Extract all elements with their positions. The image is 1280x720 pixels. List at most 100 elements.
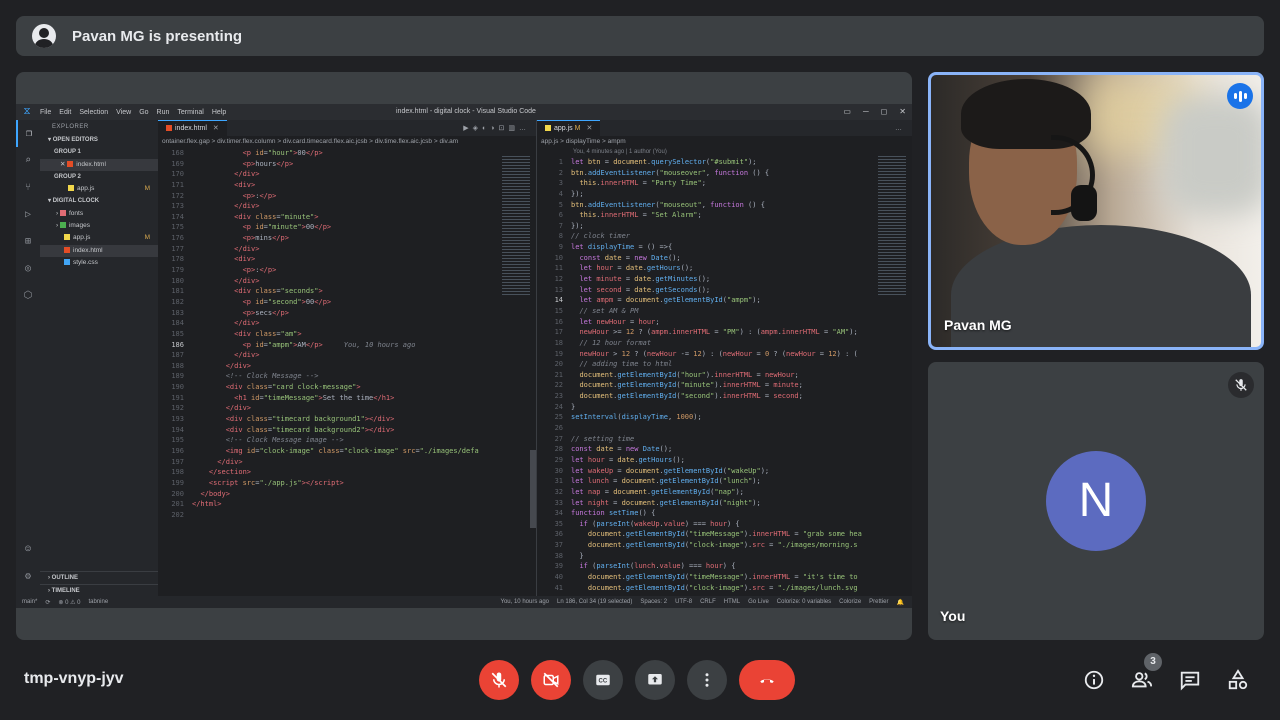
minimize-icon: ─	[862, 107, 869, 116]
open-editor-app-js: app.js M	[40, 183, 158, 195]
self-video-tile[interactable]: N You	[928, 362, 1264, 640]
open-editors-section: ▾ OPEN EDITORS	[48, 137, 98, 143]
meeting-details-button[interactable]	[1080, 666, 1108, 694]
end-call-icon	[760, 679, 774, 683]
outline-section: › OUTLINE	[40, 571, 158, 583]
minimap-right	[878, 156, 906, 296]
remote-icon: ◎	[24, 263, 32, 274]
editor-actions-right-icon: …	[895, 124, 906, 132]
present-button[interactable]	[635, 660, 675, 700]
vscode-titlebar: ⧖ File Edit Selection View Go Run Termin…	[16, 104, 912, 120]
group1-label: GROUP 1	[54, 149, 81, 156]
more-vert-icon	[705, 673, 709, 687]
code-js: 1 let btn = document.querySelector("#subm…	[554, 158, 862, 592]
menu-selection: Selection	[79, 108, 109, 116]
status-blame: You, 10 hours ago	[500, 598, 550, 605]
chat-button[interactable]	[1176, 666, 1204, 694]
menu-go: Go	[139, 108, 149, 116]
mic-off-icon	[1228, 372, 1254, 398]
vscode-statusbar: main* ⟳ ⊗ 0 ⚠ 0 tabnine You, 10 hours ag…	[16, 596, 912, 608]
code-html: 168 <p id="hour">00</p> 169 <p>hours</p>…	[171, 149, 479, 519]
screen-share-tile[interactable]: ⧖ File Edit Selection View Go Run Termin…	[16, 72, 912, 640]
timeline-section: › TIMELINE	[40, 583, 158, 596]
activities-icon	[1228, 669, 1248, 690]
mic-toggle-button[interactable]	[479, 660, 519, 700]
status-tabnine: tabnine	[88, 599, 109, 605]
presenting-text: Pavan MG is presenting	[72, 27, 243, 45]
explorer-icon: ❐	[16, 120, 40, 147]
presenter-avatar	[32, 24, 56, 48]
editor-tabbar-right: app.js M ✕ …	[537, 120, 912, 136]
present-screen-icon	[648, 674, 662, 685]
docker-icon: ⬡	[23, 290, 33, 301]
status-golive: Go Live	[748, 598, 769, 605]
file-app-js: app.js M	[40, 232, 158, 244]
chat-icon	[1180, 671, 1200, 691]
participant-count-badge: 3	[1144, 653, 1162, 671]
folder-fonts: › fonts	[56, 209, 84, 217]
status-encoding: UTF-8	[675, 598, 693, 605]
group2-label: GROUP 2	[54, 173, 81, 180]
breadcrumb-left: ontainer.flex.gap > div.timer.flex.colum…	[162, 138, 459, 145]
menu-help: Help	[211, 108, 227, 116]
account-icon: ☺	[24, 544, 32, 555]
editor-app-js: app.js M ✕ … app.js > displayTime > ampm …	[536, 120, 912, 596]
status-colorize-toggle: Colorize	[839, 598, 862, 605]
presenter-video-tile[interactable]: Pavan MG	[928, 72, 1264, 350]
status-language: HTML	[723, 598, 741, 605]
breadcrumb-right: app.js > displayTime > ampm	[541, 138, 626, 145]
explorer-panel: EXPLORER ▾ OPEN EDITORS GROUP 1 ✕ index.…	[40, 120, 158, 596]
status-problems: ⊗ 0 ⚠ 0	[58, 599, 81, 606]
extensions-icon: ⊞	[24, 236, 32, 247]
status-colorize: Colorize: 0 variables	[776, 598, 832, 605]
more-options-button[interactable]	[687, 660, 727, 700]
tab-app-js: app.js M ✕	[537, 120, 601, 136]
status-branch: main*	[22, 599, 38, 605]
leave-call-button[interactable]	[739, 660, 795, 700]
captions-button[interactable]: CC	[583, 660, 623, 700]
menu-edit: Edit	[59, 108, 72, 116]
search-icon: ⌕	[24, 155, 32, 166]
minimap-left	[502, 156, 530, 296]
camera-toggle-button[interactable]	[531, 660, 571, 700]
status-eol: CRLF	[700, 598, 716, 605]
inline-blame: You, 10 hours ago	[343, 340, 416, 349]
self-avatar: N	[1046, 451, 1146, 551]
tab-index-html: index.html ✕	[158, 120, 227, 136]
menu-terminal: Terminal	[177, 108, 204, 116]
menu-view: View	[116, 108, 132, 116]
meeting-code: tmp-vnyp-jyv	[24, 670, 124, 687]
status-prettier: Prettier	[869, 598, 889, 605]
window-controls: ▭ ─ ◻ ✕	[843, 107, 906, 116]
activity-bar: ❐ ⌕ ⑂ ▷ ⊞ ◎ ⬡ ☺ ⚙	[16, 120, 40, 596]
layout-icon: ▭	[843, 107, 851, 116]
presenting-banner: Pavan MG is presenting	[16, 16, 1264, 56]
camera-off-icon	[543, 672, 559, 688]
status-sync-icon: ⟳	[45, 599, 51, 606]
editor-index-html: index.html ✕ ▶◈◐◑⊡▥… ontainer.flex.gap > …	[158, 120, 670, 596]
activities-button[interactable]	[1224, 666, 1252, 694]
window-title: index.html - digital clock - Visual Stud…	[396, 108, 536, 115]
file-style-css: style.css	[40, 257, 158, 269]
headset-cup	[1071, 185, 1097, 221]
close-icon: ✕	[899, 107, 906, 116]
maximize-icon: ◻	[880, 107, 888, 116]
settings-icon: ⚙	[24, 571, 32, 582]
people-icon	[1131, 672, 1153, 688]
menu-run: Run	[156, 108, 170, 116]
status-position: Ln 186, Col 34 (19 selected)	[557, 598, 633, 605]
svg-text:CC: CC	[599, 679, 608, 685]
folder-images: › images	[56, 222, 90, 230]
status-notifications-icon: 🔔	[896, 599, 904, 606]
self-name: You	[940, 608, 966, 624]
mic-off-icon	[491, 672, 507, 688]
open-editor-index-html: ✕ index.html	[40, 158, 158, 171]
info-icon	[1084, 670, 1104, 690]
explorer-header: EXPLORER	[52, 124, 89, 130]
run-debug-icon: ▷	[24, 209, 32, 220]
vscode-logo-icon: ⧖	[23, 106, 31, 117]
menu-file: File	[40, 108, 52, 116]
editor-actions-icon: ▶◈◐◑⊡▥…	[463, 125, 530, 132]
presenter-name: Pavan MG	[944, 317, 1012, 333]
project-section: ▾ DIGITAL CLOCK	[48, 198, 100, 205]
